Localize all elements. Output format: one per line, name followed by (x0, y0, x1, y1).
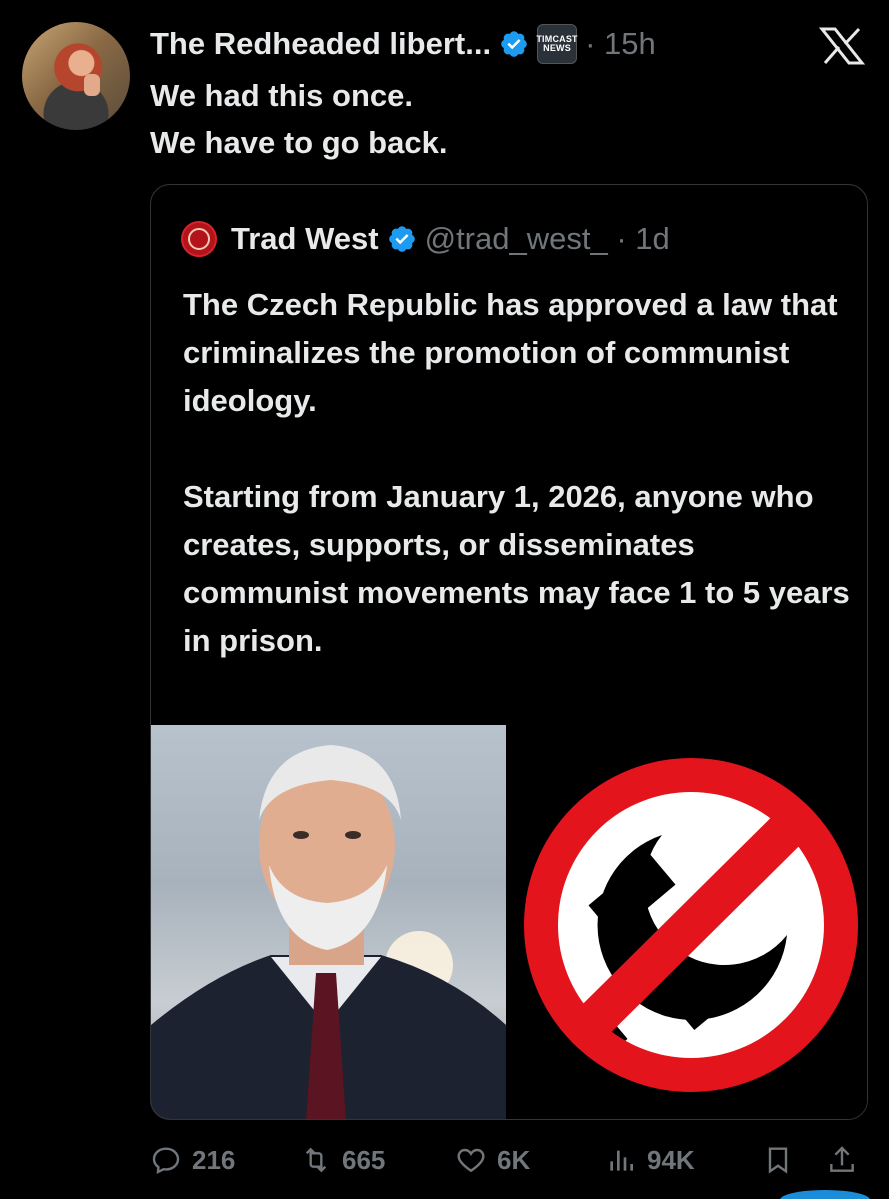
tweet-header: The Redheaded libert... TIMCAST NEWS · 1… (150, 22, 656, 66)
author-avatar[interactable] (22, 22, 130, 130)
quoted-tweet-header: Trad West @trad_west_ · 1d (181, 219, 670, 259)
x-logo-icon[interactable] (818, 26, 866, 66)
author-name[interactable]: The Redheaded libert... (150, 26, 491, 62)
repost-icon (305, 1147, 327, 1173)
share-icon (830, 1146, 854, 1172)
affiliation-badge[interactable]: TIMCAST NEWS (536, 24, 578, 64)
tweet-actions: 216 665 6K 94K (150, 1138, 868, 1182)
bookmark-button[interactable] (762, 1138, 794, 1182)
quoted-tweet-text: The Czech Republic has approved a law th… (183, 287, 850, 658)
views-icon (610, 1150, 633, 1171)
views-button[interactable]: 94K (605, 1138, 695, 1182)
no-communism-sign[interactable] (512, 725, 867, 1119)
verified-badge-icon (388, 226, 415, 252)
bookmark-icon (768, 1147, 788, 1174)
quoted-tweet[interactable]: Trad West @trad_west_ · 1d The Czech Rep… (150, 184, 868, 1120)
quoted-author-name[interactable]: Trad West (231, 221, 379, 257)
quoted-author-avatar[interactable] (181, 221, 217, 257)
quoted-media[interactable] (151, 725, 867, 1119)
floating-action-edge[interactable] (780, 1190, 870, 1199)
tweet-text: We had this once. We have to go back. (150, 78, 448, 160)
verified-badge-icon (501, 31, 527, 57)
heart-icon (457, 1148, 485, 1173)
quoted-handle-time[interactable]: @trad_west_ · 1d (425, 221, 670, 257)
portrait-photo[interactable] (151, 725, 506, 1119)
repost-button[interactable]: 665 (300, 1138, 385, 1182)
share-button[interactable] (826, 1138, 858, 1182)
reply-button[interactable]: 216 (150, 1138, 235, 1182)
post-time[interactable]: · 15h (585, 26, 656, 62)
like-button[interactable]: 6K (455, 1138, 530, 1182)
reply-icon (152, 1147, 180, 1175)
